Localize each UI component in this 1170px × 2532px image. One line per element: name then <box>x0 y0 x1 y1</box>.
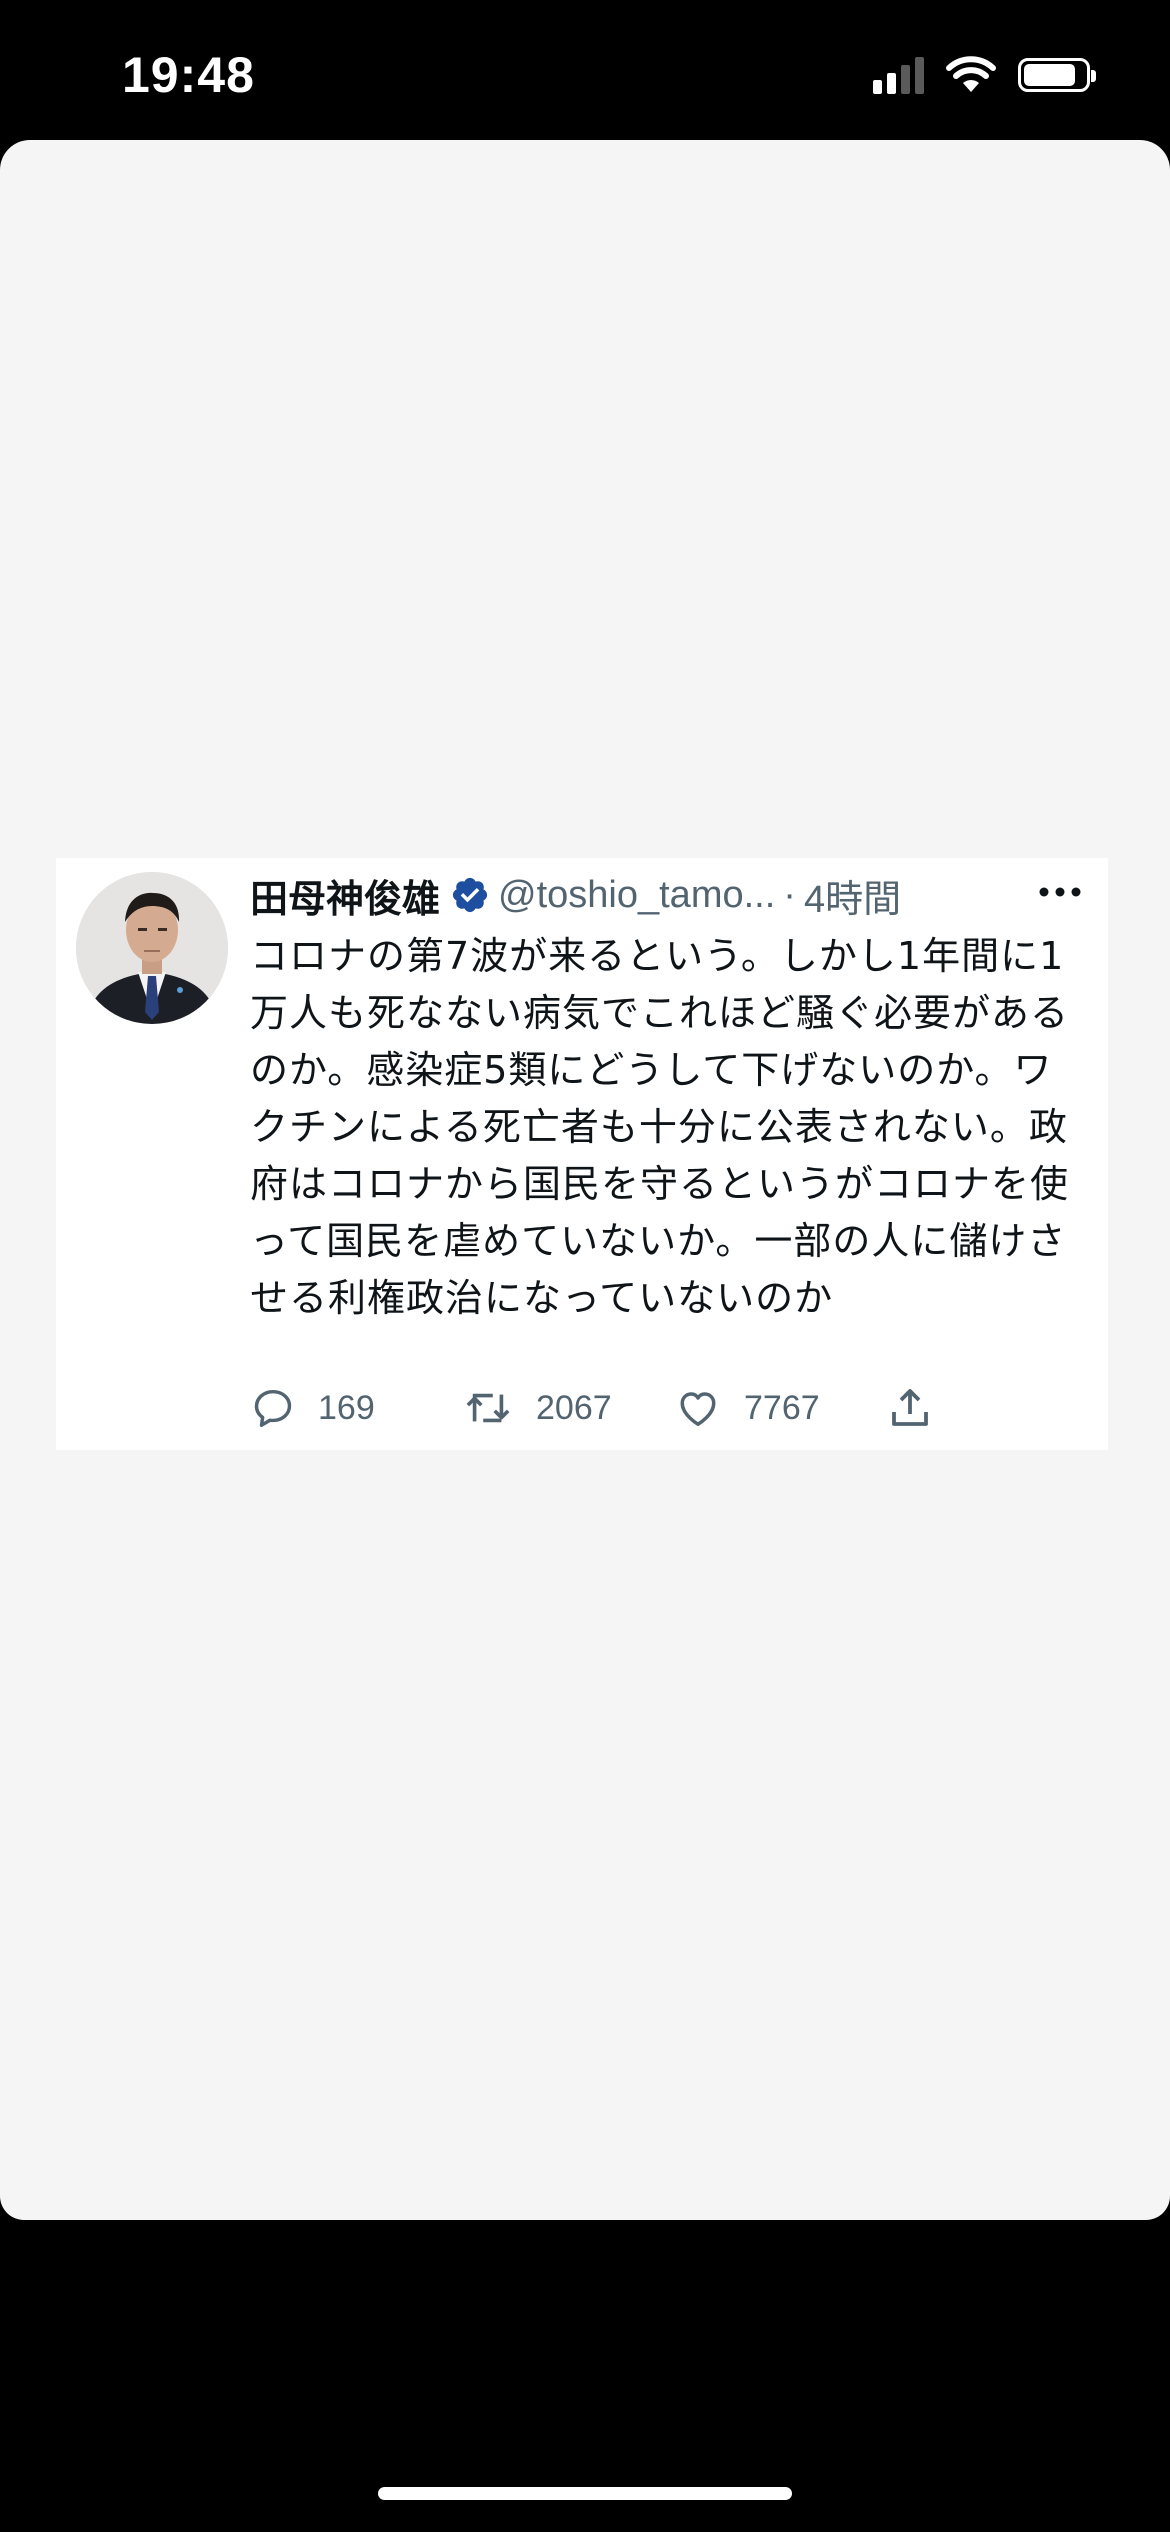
header-separator: · <box>783 873 796 916</box>
tweet-body: 田母神俊雄 @toshio_tamo... · 4時間 コロナの第7波が来るとい… <box>250 866 1090 1327</box>
retweet-count: 2067 <box>536 1388 612 1427</box>
author-name[interactable]: 田母神俊雄 <box>250 868 440 923</box>
status-bar: 19:48 <box>0 0 1170 140</box>
home-indicator[interactable] <box>378 2487 792 2500</box>
retweet-icon <box>466 1393 510 1423</box>
tweet-text: コロナの第7波が来るという。しかし1年間に1万人も死なない病気でこれほど騒ぐ必要… <box>250 934 1070 1320</box>
wifi-icon <box>946 56 996 92</box>
avatar-portrait <box>76 872 228 1024</box>
retweet-button[interactable]: 2067 <box>462 1385 674 1431</box>
reply-count: 169 <box>318 1388 375 1427</box>
battery-fill <box>1024 64 1075 86</box>
share-button[interactable] <box>886 1384 934 1432</box>
screenshot-sheet: 田母神俊雄 @toshio_tamo... · 4時間 コロナの第7波が来るとい… <box>0 140 1170 2220</box>
like-button[interactable]: 7767 <box>674 1385 886 1431</box>
tweet-actions: 169 2067 7767 <box>250 1378 950 1438</box>
like-heart-icon <box>680 1392 716 1427</box>
tweet-card[interactable]: 田母神俊雄 @toshio_tamo... · 4時間 コロナの第7波が来るとい… <box>56 858 1108 1450</box>
tweet-header: 田母神俊雄 @toshio_tamo... · 4時間 <box>250 866 1090 924</box>
status-time: 19:48 <box>122 47 255 103</box>
verified-badge-icon <box>450 875 490 915</box>
status-icons <box>873 56 1096 94</box>
reply-icon <box>254 1389 292 1427</box>
reply-button[interactable]: 169 <box>250 1385 462 1431</box>
like-count: 7767 <box>744 1388 820 1427</box>
battery-icon <box>1018 58 1096 92</box>
cellular-signal-icon <box>873 56 924 94</box>
more-options-icon[interactable] <box>1030 872 1090 912</box>
author-handle[interactable]: @toshio_tamo... <box>498 874 775 917</box>
post-time[interactable]: 4時間 <box>804 868 901 923</box>
avatar[interactable] <box>76 872 228 1024</box>
share-icon <box>892 1389 928 1426</box>
